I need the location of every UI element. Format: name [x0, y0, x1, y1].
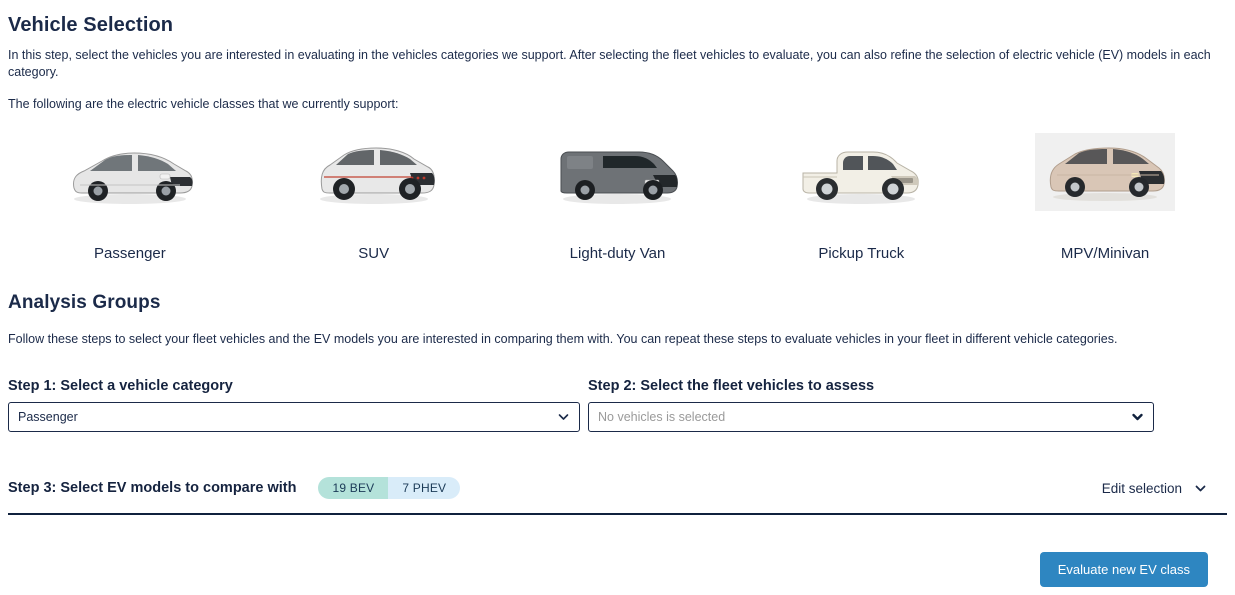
vehicle-class-card-pickup-truck[interactable]: Pickup Truck — [739, 133, 983, 262]
vehicle-class-card-passenger[interactable]: Passenger — [8, 133, 252, 262]
phev-count-badge[interactable]: 7 PHEV — [388, 477, 461, 499]
step2-column: Step 2: Select the fleet vehicles to ass… — [588, 378, 1154, 432]
chevron-down-icon — [1194, 482, 1207, 495]
suv-car-icon — [304, 133, 444, 211]
vehicle-class-label: MPV/Minivan — [1060, 245, 1150, 262]
intro-paragraph: In this step, select the vehicles you ar… — [8, 48, 1211, 79]
ev-model-count-badges: 19 BEV 7 PHEV — [318, 477, 461, 499]
analysis-groups-title: Analysis Groups — [8, 292, 161, 313]
bev-count-badge[interactable]: 19 BEV — [318, 477, 389, 499]
edit-selection-label: Edit selection — [1101, 480, 1182, 496]
vehicle-class-card-light-duty-van[interactable]: Light-duty Van — [496, 133, 740, 262]
vehicle-class-label: Pickup Truck — [818, 245, 905, 262]
fleet-vehicles-placeholder: No vehicles is selected — [598, 410, 726, 424]
fleet-vehicles-select[interactable]: No vehicles is selected — [588, 402, 1154, 432]
step2-label: Step 2: Select the fleet vehicles to ass… — [588, 378, 875, 394]
section-divider — [8, 513, 1227, 515]
pickup-truck-icon — [791, 133, 931, 211]
vehicle-class-label: Passenger — [94, 245, 166, 262]
vehicle-class-strip: Passenger SUV Light-duty Van Pickup Truc… — [8, 133, 1227, 273]
sedan-car-icon — [60, 133, 200, 211]
edit-selection-toggle[interactable]: Edit selection — [1102, 481, 1227, 496]
vehicle-class-card-mpv-minivan[interactable]: MPV/Minivan — [983, 133, 1227, 262]
vehicle-class-label: SUV — [358, 245, 390, 262]
vehicle-selection-page: Vehicle Selection In this step, select t… — [0, 0, 1235, 595]
step1-column: Step 1: Select a vehicle category Passen… — [8, 378, 580, 432]
chevron-down-icon — [557, 411, 570, 424]
vehicle-category-selected-value: Passenger — [18, 410, 78, 424]
evaluate-new-ev-class-button[interactable]: Evaluate new EV class — [1039, 552, 1208, 587]
step1-label: Step 1: Select a vehicle category — [8, 378, 233, 394]
chevron-down-icon — [1131, 411, 1144, 424]
analysis-groups-description: Follow these steps to select your fleet … — [8, 332, 1118, 346]
minivan-icon — [1035, 133, 1176, 211]
step3-label: Step 3: Select EV models to compare with — [8, 480, 297, 496]
classes-intro-text: The following are the electric vehicle c… — [8, 97, 399, 111]
vehicle-class-label: Light-duty Van — [569, 245, 666, 262]
step3-row: Step 3: Select EV models to compare with… — [8, 477, 1227, 499]
page-title: Vehicle Selection — [8, 14, 174, 36]
van-icon — [547, 133, 687, 211]
vehicle-category-select[interactable]: Passenger — [8, 402, 580, 432]
vehicle-class-card-suv[interactable]: SUV — [252, 133, 496, 262]
